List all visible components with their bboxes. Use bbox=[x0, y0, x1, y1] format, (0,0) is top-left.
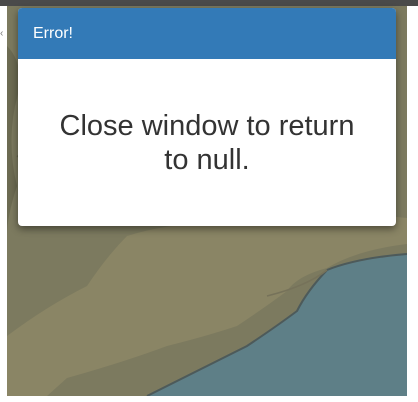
dialog-header: Error! bbox=[18, 8, 396, 59]
dialog-title: Error! bbox=[33, 24, 73, 42]
dialog-body: Close window to return to null. bbox=[18, 59, 396, 226]
error-dialog: Error! Close window to return to null. bbox=[18, 8, 396, 226]
chevron-left-icon: ‹ bbox=[0, 28, 4, 39]
dialog-message: Close window to return to null. bbox=[59, 109, 355, 176]
